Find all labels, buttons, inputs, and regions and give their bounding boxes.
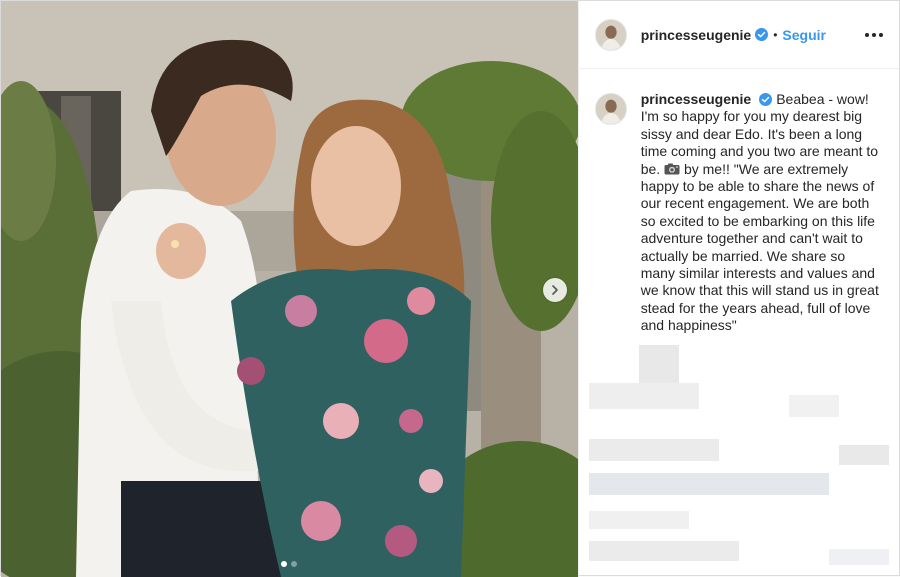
profile-picture bbox=[595, 94, 626, 124]
carousel-next-button[interactable] bbox=[543, 278, 567, 302]
chevron-right-icon bbox=[552, 285, 558, 295]
post-photo[interactable] bbox=[1, 1, 578, 577]
caption-avatar[interactable] bbox=[594, 93, 627, 125]
blurred-comment bbox=[588, 510, 689, 529]
username-link[interactable]: princesseugenie bbox=[641, 27, 752, 43]
post-header: princesseugenie • Seguir bbox=[578, 1, 899, 69]
caption-text: princesseugenie Beabea - wow! I'm so happ… bbox=[641, 91, 881, 335]
blurred-comment bbox=[788, 394, 839, 417]
blurred-comment bbox=[838, 444, 889, 465]
follow-button[interactable]: Seguir bbox=[782, 27, 826, 43]
verified-badge-icon bbox=[759, 93, 773, 106]
blurred-comment bbox=[588, 472, 829, 495]
carousel-dot-active bbox=[281, 561, 288, 567]
blurred-comment bbox=[638, 344, 679, 385]
separator-dot: • bbox=[773, 27, 778, 42]
blurred-comment bbox=[828, 548, 889, 565]
blurred-comment bbox=[588, 382, 699, 409]
caption: princesseugenie Beabea - wow! I'm so happ… bbox=[579, 69, 899, 335]
avatar[interactable] bbox=[594, 18, 627, 51]
camera-icon bbox=[664, 162, 680, 175]
caption-username-link[interactable]: princesseugenie bbox=[641, 91, 752, 107]
more-options-icon[interactable] bbox=[865, 27, 883, 43]
username-row: princesseugenie • Seguir bbox=[641, 27, 826, 43]
carousel-indicator bbox=[1, 561, 578, 567]
post-side-panel: princesseugenie • Seguir princesseugenie… bbox=[577, 1, 899, 577]
caption-body-part2: by me!! "We are extremely happy to be ab… bbox=[640, 160, 879, 334]
blurred-comment bbox=[588, 438, 719, 461]
profile-picture bbox=[595, 19, 626, 50]
carousel-dot bbox=[291, 561, 298, 567]
engagement-photo-illustration bbox=[1, 1, 578, 577]
verified-badge-icon bbox=[755, 28, 769, 41]
blurred-comments bbox=[579, 335, 899, 577]
blurred-comment bbox=[588, 540, 739, 561]
instagram-post: princesseugenie • Seguir princesseugenie… bbox=[0, 0, 900, 577]
